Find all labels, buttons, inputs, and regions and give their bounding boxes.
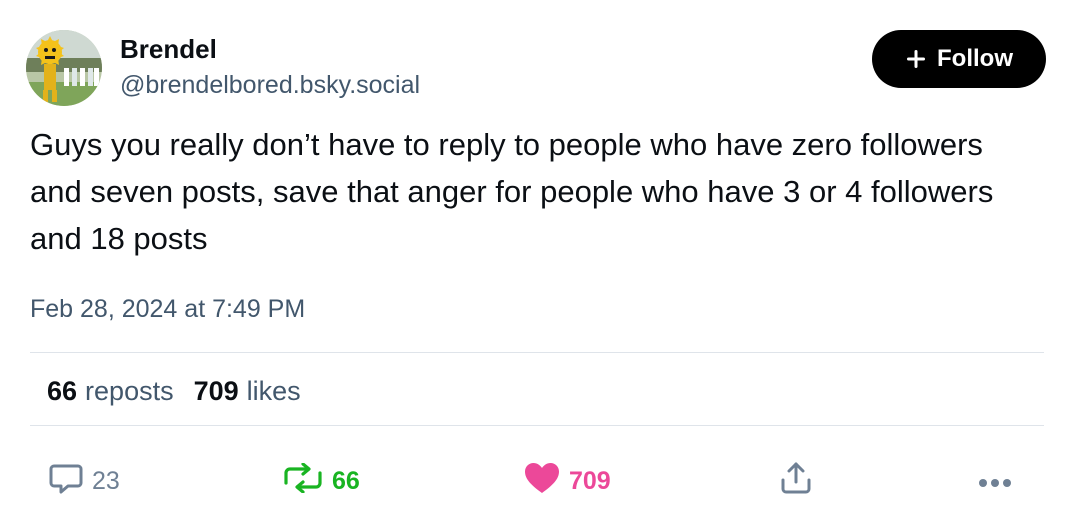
avatar[interactable] [26, 30, 102, 106]
follow-button-label: Follow [937, 45, 1013, 72]
post-timestamp: Feb 28, 2024 at 7:49 PM [30, 295, 306, 323]
reply-button[interactable]: 23 [48, 463, 120, 499]
repost-count: 66 [332, 466, 360, 495]
share-button[interactable] [778, 462, 814, 499]
likes-count[interactable]: 709 [194, 374, 239, 408]
post-body-text: Guys you really don’t have to reply to p… [30, 127, 994, 256]
repost-button[interactable]: 66 [282, 461, 360, 500]
divider [30, 425, 1044, 426]
author-handle[interactable]: @brendelbored.bsky.social [120, 70, 420, 100]
reposts-label[interactable]: reposts [85, 374, 174, 408]
engagement-stats: 66 reposts 709 likes [47, 374, 313, 408]
heart-icon [523, 461, 561, 502]
repost-icon [282, 461, 324, 500]
share-icon [778, 460, 814, 503]
follow-button[interactable]: Follow [872, 30, 1046, 88]
like-count: 709 [569, 466, 611, 495]
reply-count: 23 [92, 466, 120, 495]
like-button[interactable]: 709 [523, 461, 611, 502]
likes-label[interactable]: likes [247, 374, 301, 408]
plus-icon [905, 48, 927, 70]
more-options-button[interactable] [978, 463, 1012, 499]
speech-bubble-icon [48, 460, 84, 503]
divider [30, 352, 1044, 353]
post-card: Brendel @brendelbored.bsky.social Follow… [0, 0, 1066, 530]
avatar-image [26, 30, 102, 106]
reposts-count[interactable]: 66 [47, 374, 77, 408]
author-display-name[interactable]: Brendel [120, 34, 217, 64]
ellipsis-icon [978, 467, 1012, 496]
